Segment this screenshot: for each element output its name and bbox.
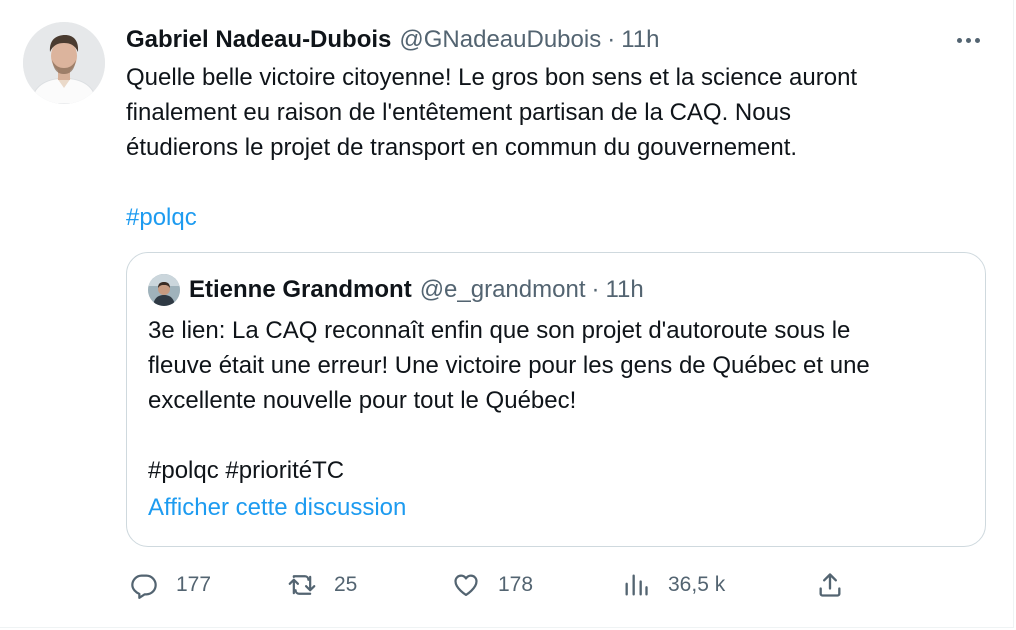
- quoted-tweet-header: Etienne Grandmont @e_grandmont · 11h: [189, 275, 644, 305]
- separator-dot: ·: [607, 26, 616, 53]
- author-handle[interactable]: @GNadeauDubois: [399, 26, 601, 54]
- quoted-hashtag: #polqc: [148, 457, 219, 484]
- tweet-action-bar: 177 25 178 36,5 k: [126, 565, 856, 605]
- quoted-hashtags: #polqc #prioritéTC: [148, 453, 958, 488]
- more-icon: [956, 37, 962, 43]
- like-button[interactable]: 178: [452, 565, 533, 605]
- quoted-text-line: fleuve était une erreur! Une victoire po…: [148, 352, 870, 379]
- author-avatar[interactable]: [23, 22, 105, 104]
- tweet-header: Gabriel Nadeau-Dubois @GNadeauDubois · 1…: [126, 25, 659, 55]
- analytics-icon: [625, 574, 648, 596]
- quoted-author-avatar[interactable]: [148, 274, 180, 306]
- like-count: 178: [498, 573, 534, 596]
- reply-icon: [131, 574, 157, 599]
- views-button[interactable]: 36,5 k: [622, 565, 725, 605]
- retweet-icon: [288, 575, 316, 595]
- quoted-tweet[interactable]: Etienne Grandmont @e_grandmont · 11h 3e …: [126, 252, 986, 547]
- more-options-button[interactable]: [951, 28, 985, 52]
- reply-count: 177: [176, 573, 212, 596]
- tweet-text-line: étudierons le projet de transport en com…: [126, 134, 798, 161]
- reply-button[interactable]: 177: [130, 565, 211, 605]
- tweet-hashtags: #polqc: [126, 200, 956, 235]
- retweet-button[interactable]: 25: [288, 565, 357, 605]
- show-thread-link[interactable]: Afficher cette discussion: [148, 491, 406, 525]
- quoted-author-name[interactable]: Etienne Grandmont: [189, 276, 412, 304]
- quoted-tweet-text: 3e lien: La CAQ reconnaît enfin que son …: [148, 313, 958, 488]
- quoted-tweet-timestamp[interactable]: 11h: [605, 276, 643, 304]
- tweet-timestamp[interactable]: 11h: [621, 26, 659, 54]
- share-icon: [819, 573, 841, 597]
- quoted-text-line: excellente nouvelle pour tout le Québec!: [148, 387, 577, 414]
- quoted-author-handle[interactable]: @e_grandmont: [420, 276, 586, 304]
- heart-icon: [454, 574, 478, 597]
- tweet-text-line: Quelle belle victoire citoyenne! Le gros…: [126, 64, 858, 91]
- quoted-hashtag: #prioritéTC: [225, 457, 345, 484]
- tweet-text: Quelle belle victoire citoyenne! Le gros…: [126, 60, 956, 235]
- author-name[interactable]: Gabriel Nadeau-Dubois: [126, 26, 391, 54]
- quoted-text-line: 3e lien: La CAQ reconnaît enfin que son …: [148, 317, 851, 344]
- tweet-text-line: finalement eu raison de l'entêtement par…: [126, 99, 791, 126]
- hashtag-link[interactable]: #polqc: [126, 204, 197, 231]
- tweet[interactable]: Gabriel Nadeau-Dubois @GNadeauDubois · 1…: [0, 0, 1014, 628]
- retweet-count: 25: [334, 573, 358, 596]
- share-button[interactable]: [816, 565, 844, 605]
- separator-dot: ·: [591, 276, 600, 303]
- view-count: 36,5 k: [668, 573, 726, 596]
